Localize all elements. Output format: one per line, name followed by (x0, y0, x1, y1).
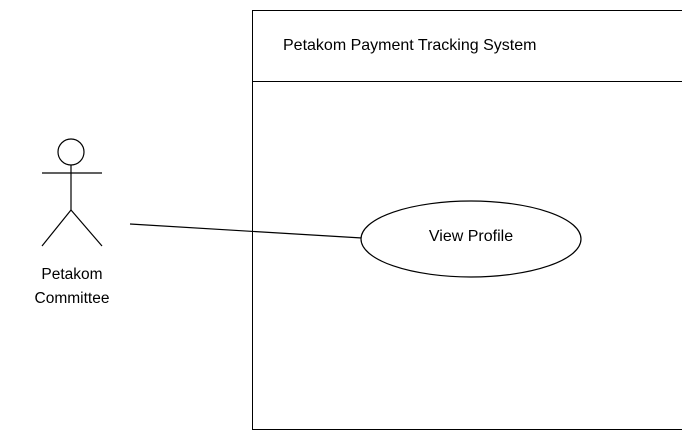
actor-right-leg (70, 209, 103, 247)
actor-left-leg (41, 209, 72, 247)
use-case-diagram: Petakom Payment Tracking System Petakom … (0, 0, 682, 430)
actor-figure (41, 138, 103, 247)
actor-label: Petakom Committee (2, 263, 142, 311)
actor-label-line1: Petakom (41, 266, 103, 283)
use-case-label: View Profile (428, 228, 514, 245)
actor-head (57, 138, 85, 166)
diagram-shapes (41, 138, 582, 278)
actor-label-line2: Committee (34, 290, 110, 307)
association-line (129, 223, 363, 239)
